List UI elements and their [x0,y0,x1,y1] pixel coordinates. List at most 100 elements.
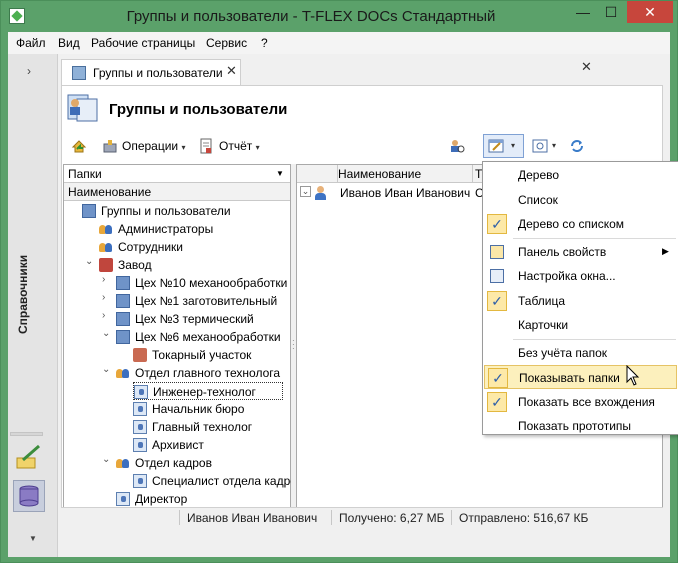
menu-item-label: Панель свойств [518,244,607,259]
menu-separator [513,237,676,239]
view-mode-button[interactable]: ▾ [483,134,524,158]
menu-item[interactable]: ✓ Показывать папки [484,365,677,389]
menu-help[interactable]: ? [261,36,268,50]
row-expand-toggle[interactable]: ⌄ [300,186,311,197]
folders-tree-pane: Папки ▼ Наименование Группы и пользовате… [63,164,303,526]
menu-item[interactable]: ✓ Показать все вхождения [484,390,677,414]
close-panel-icon[interactable]: ✕ [581,59,592,75]
title-bar[interactable]: Группы и пользователи - T-FLEX DOCs Стан… [1,1,677,32]
role-icon [116,492,130,506]
column-header-name[interactable]: Наименование [338,167,421,181]
database-icon[interactable] [13,480,45,512]
view-mode-icon [488,138,504,154]
close-tab-icon[interactable]: ✕ [226,63,237,79]
chevron-right-icon[interactable]: › [102,274,105,285]
operations-label: Операции [122,139,179,153]
menu-item-label: Показывать папки [519,371,620,385]
mouse-cursor-icon [626,364,640,387]
user-search-icon[interactable] [449,138,465,154]
menu-service[interactable]: Сервис [206,36,247,50]
folders-combo[interactable]: Папки ▼ [64,165,290,183]
user-name-cell: Иванов Иван Иванович [340,186,471,200]
menu-item-label: Таблица [518,293,566,308]
window-settings-icon [490,269,504,283]
properties-panel-icon [490,244,504,259]
check-icon: ✓ [487,214,507,234]
status-sent: Отправлено: 516,67 КБ [459,511,589,525]
chevron-right-icon[interactable]: › [102,292,105,303]
submenu-arrow-icon: ▶ [662,245,669,256]
directories-tab[interactable]: Справочники [16,244,32,334]
clean-brush-icon[interactable] [13,442,45,474]
home-arrow-icon[interactable] [71,138,87,154]
menu-item[interactable]: Карточки [484,313,677,337]
window-title: Группы и пользователи - T-FLEX DOCs Стан… [126,8,496,25]
tree-column-header[interactable]: Наименование [64,183,290,201]
menu-item-label: Показать прототипы [518,419,632,433]
menu-item[interactable]: Настройка окна... [484,264,677,288]
report-label: Отчёт [219,139,253,153]
chevron-down-icon[interactable]: ⌄ [102,328,110,339]
chevron-down-icon: ▾ [511,141,516,150]
menu-item-label: Дерево со списком [518,217,625,231]
tree-node-label: Завод [118,258,152,272]
workshop-icon [116,312,130,326]
chevron-down-icon[interactable]: ▼ [29,534,37,543]
menu-separator [513,338,676,340]
maximize-button[interactable]: ☐ [597,1,625,23]
chevron-right-icon[interactable]: › [102,310,105,321]
refresh-icon[interactable] [569,138,585,154]
menu-pages[interactable]: Рабочие страницы [91,36,195,50]
page-title: Группы и пользователи [109,101,288,118]
role-icon [133,402,147,416]
chevron-down-icon[interactable]: ⌄ [102,364,110,375]
tree-node-label: Токарный участок [152,348,252,362]
chevron-down-icon[interactable]: ⌄ [102,454,110,465]
sidebar-splitter[interactable] [10,432,43,436]
menu-item[interactable]: Панель свойств ▶ [484,240,677,264]
close-button[interactable]: ✕ [627,1,673,23]
workshop-icon [116,276,130,290]
menu-item[interactable]: Показать прототипы [484,414,677,438]
menu-item[interactable]: Дерево [484,163,677,187]
check-icon: ✓ [487,391,507,412]
role-icon [133,420,147,434]
chevron-down-icon[interactable]: ⌄ [85,256,93,267]
status-received: Получено: 6,27 МБ [339,511,445,525]
role-icon [134,385,148,399]
operations-menu-button[interactable]: Операции ▾ [122,139,186,153]
workshop-icon [116,330,130,344]
tab-groups-and-users[interactable]: Группы и пользователи ✕ [61,59,241,85]
tree-node[interactable]: Инженер-технолог [133,382,283,400]
users-group-icon [116,366,130,380]
check-icon: ✓ [488,368,508,388]
section-icon [133,348,147,362]
role-icon [133,438,147,452]
preview-icon[interactable] [532,138,548,154]
users-root-icon [82,204,96,218]
menu-file[interactable]: Файл [16,36,46,50]
menu-item[interactable]: Без учёта папок [484,341,677,365]
tree-node-label: Группы и пользователи [101,204,231,218]
report-menu-button[interactable]: Отчёт ▾ [219,139,260,153]
menu-view[interactable]: Вид [58,36,80,50]
expand-sidebar-button[interactable]: › [27,64,31,78]
tree-node-label: Администраторы [118,222,214,236]
report-icon[interactable] [198,138,214,154]
menu-item-label: Показать все вхождения [518,394,655,409]
status-bar: Иванов Иван Иванович Получено: 6,27 МБ О… [61,507,663,526]
minimize-button[interactable]: — [569,1,597,23]
menu-item[interactable]: ✓ Таблица [484,289,677,313]
column-name-label: Наименование [68,185,152,199]
left-sidebar-strip: › Справочники ▼ [8,54,58,557]
chevron-down-icon[interactable]: ▾ [552,141,556,150]
menu-item[interactable]: ✓ Дерево со списком [484,212,677,236]
check-icon: ✓ [487,290,507,311]
tree-node-label: Инженер-технолог [153,385,256,399]
app-window: Группы и пользователи - T-FLEX DOCs Стан… [0,0,678,563]
menu-item[interactable]: Список [484,188,677,212]
menu-item-label: Список [518,192,558,207]
user-icon [314,186,328,200]
operations-icon[interactable] [102,138,118,154]
chevron-down-icon: ▾ [181,143,186,152]
